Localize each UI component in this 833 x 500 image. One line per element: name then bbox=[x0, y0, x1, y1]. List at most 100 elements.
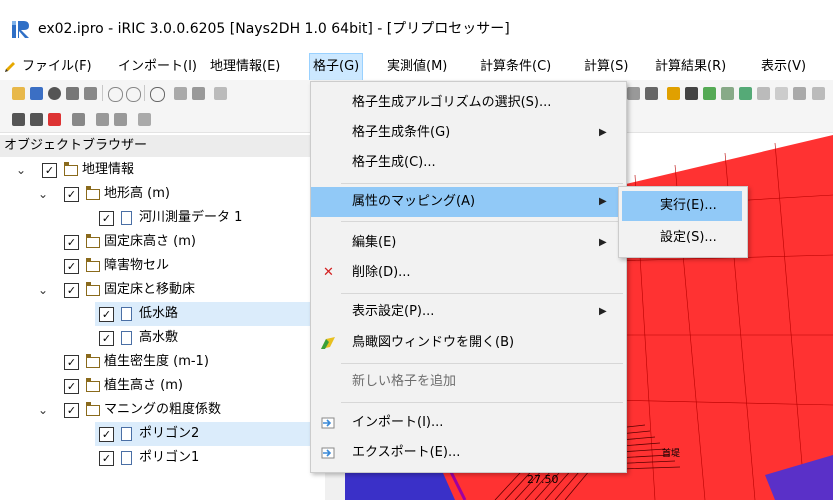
chevron-down-icon[interactable]: ⌄ bbox=[38, 182, 48, 206]
open-folder-icon[interactable] bbox=[12, 87, 25, 100]
checkbox-checked[interactable]: ✓ bbox=[64, 379, 79, 394]
menu-grid[interactable]: 格子(G) bbox=[308, 53, 364, 81]
save-icon[interactable] bbox=[30, 87, 43, 100]
zoom-icon[interactable] bbox=[150, 87, 165, 102]
menu-item-edit[interactable]: 編集(E) ▶ bbox=[311, 228, 626, 258]
chevron-down-icon[interactable]: ⌄ bbox=[16, 158, 26, 182]
menu-item-open-birdseye[interactable]: 鳥瞰図ウィンドウを開く(B) bbox=[311, 328, 626, 358]
submenu-arrow-icon: ▶ bbox=[599, 127, 607, 138]
add-vertex-icon[interactable] bbox=[30, 113, 43, 126]
menu-item-select-algorithm[interactable]: 格子生成アルゴリズムの選択(S)... bbox=[311, 88, 626, 118]
menu-measured-values[interactable]: 実測値(M) bbox=[384, 54, 450, 80]
chart-icon[interactable] bbox=[793, 87, 806, 100]
movie-icon[interactable] bbox=[84, 87, 97, 100]
fit-view-icon[interactable] bbox=[174, 87, 187, 100]
2d-view-icon[interactable] bbox=[703, 87, 716, 100]
checkbox-checked[interactable]: ✓ bbox=[64, 403, 79, 418]
tree-item-label: 低水路 bbox=[139, 306, 179, 321]
checkbox-checked[interactable]: ✓ bbox=[99, 427, 114, 442]
menu-item-display-settings[interactable]: 表示設定(P)... ▶ bbox=[311, 297, 626, 327]
folder-icon bbox=[86, 186, 100, 200]
tree-item-low-channel[interactable]: ✓ 低水路 bbox=[95, 302, 325, 326]
tree-item-polygon2[interactable]: ✓ ポリゴン2 bbox=[95, 422, 325, 446]
tree-item-vegetation-density[interactable]: ✓ 植生密生度 (m-1) bbox=[0, 350, 325, 374]
menu-item-add-new-grid[interactable]: 新しい格子を追加 bbox=[311, 367, 626, 397]
submenu-item-label: 設定(S)... bbox=[660, 230, 717, 245]
menu-calculation[interactable]: 計算(S) bbox=[581, 54, 631, 80]
tree-item-geo-data[interactable]: ⌄ ✓ 地理情報 bbox=[0, 158, 325, 182]
checkbox-checked[interactable]: ✓ bbox=[99, 331, 114, 346]
submenu-item-execute[interactable]: 実行(E)... bbox=[622, 191, 742, 221]
menu-view[interactable]: 表示(V) bbox=[758, 54, 809, 80]
delete-polygon-icon[interactable] bbox=[138, 113, 151, 126]
tree-item-obstacle-cell[interactable]: ✓ 障害物セル bbox=[0, 254, 325, 278]
menu-file[interactable]: ファイル(F) bbox=[19, 54, 95, 80]
tree-item-floodplain[interactable]: ✓ 高水敷 bbox=[0, 326, 325, 350]
menu-item-import[interactable]: インポート(I)... bbox=[311, 408, 626, 438]
menu-calc-conditions[interactable]: 計算条件(C) bbox=[477, 54, 554, 80]
menu-item-label: 編集(E) bbox=[352, 235, 397, 250]
chart-icon[interactable] bbox=[757, 87, 770, 100]
tree-item-manning-roughness[interactable]: ⌄ ✓ マニングの粗度係数 bbox=[0, 398, 325, 422]
folder-icon bbox=[86, 258, 100, 272]
undo-icon[interactable] bbox=[108, 87, 123, 102]
tree-item-elevation[interactable]: ⌄ ✓ 地形高 (m) bbox=[0, 182, 325, 206]
tree-item-label: 地理情報 bbox=[82, 162, 135, 177]
tree-item-label: マニングの粗度係数 bbox=[104, 402, 222, 417]
grid-tool-icon[interactable] bbox=[685, 87, 698, 100]
checkbox-checked[interactable]: ✓ bbox=[99, 451, 114, 466]
tree-item-polygon1[interactable]: ✓ ポリゴン1 bbox=[0, 446, 325, 470]
title-bar: ex02.ipro - iRIC 3.0.0.6205 [Nays2DH 1.0… bbox=[0, 0, 833, 54]
checkbox-checked[interactable]: ✓ bbox=[64, 187, 79, 202]
menu-calc-results[interactable]: 計算結果(R) bbox=[652, 54, 729, 80]
checkbox-checked[interactable]: ✓ bbox=[64, 235, 79, 250]
checkbox-checked[interactable]: ✓ bbox=[64, 259, 79, 274]
menu-separator bbox=[341, 402, 623, 403]
checkbox-checked[interactable]: ✓ bbox=[99, 211, 114, 226]
remove-polygon-vertex-icon[interactable] bbox=[114, 113, 127, 126]
2d-view-icon[interactable] bbox=[721, 87, 734, 100]
redo-icon[interactable] bbox=[126, 87, 141, 102]
pencil-icon[interactable] bbox=[3, 60, 17, 74]
grid-tool-icon[interactable] bbox=[645, 87, 658, 100]
chevron-down-icon[interactable]: ⌄ bbox=[38, 398, 48, 422]
checkbox-checked[interactable]: ✓ bbox=[42, 163, 57, 178]
menu-item-export[interactable]: エクスポート(E)... bbox=[311, 438, 626, 468]
record-icon[interactable] bbox=[48, 87, 61, 100]
grid-tool-icon[interactable] bbox=[627, 87, 640, 100]
tree-item-label: ポリゴン2 bbox=[139, 426, 200, 441]
menu-import[interactable]: インポート(I) bbox=[115, 54, 200, 80]
menu-item-attribute-mapping[interactable]: 属性のマッピング(A) ▶ bbox=[311, 187, 626, 217]
add-polygon-vertex-icon[interactable] bbox=[96, 113, 109, 126]
menu-item-label: インポート(I)... bbox=[352, 415, 444, 430]
chart-icon[interactable] bbox=[812, 87, 825, 100]
chevron-down-icon[interactable]: ⌄ bbox=[38, 278, 48, 302]
edit-tool-icon[interactable] bbox=[667, 87, 680, 100]
tree-item-label: 植生密生度 (m-1) bbox=[104, 354, 209, 369]
rotate-view-icon[interactable] bbox=[192, 87, 205, 100]
remove-icon[interactable] bbox=[48, 113, 61, 126]
menu-geo-data[interactable]: 地理情報(E) bbox=[207, 54, 283, 80]
menu-item-generate-grid[interactable]: 格子生成(C)... bbox=[311, 148, 626, 178]
checkbox-checked[interactable]: ✓ bbox=[64, 355, 79, 370]
submenu-item-settings[interactable]: 設定(S)... bbox=[622, 223, 742, 253]
point-label: 首堤 bbox=[662, 447, 680, 459]
menu-separator bbox=[341, 293, 623, 294]
polygon-icon[interactable] bbox=[72, 113, 85, 126]
tree-item-vegetation-height[interactable]: ✓ 植生高さ (m) bbox=[0, 374, 325, 398]
submenu-arrow-icon: ▶ bbox=[599, 196, 607, 207]
checkbox-checked[interactable]: ✓ bbox=[64, 283, 79, 298]
snapshot-icon[interactable] bbox=[66, 87, 79, 100]
tree-item-fixed-bed-height[interactable]: ✓ 固定床高さ (m) bbox=[0, 230, 325, 254]
menu-item-grid-conditions[interactable]: 格子生成条件(G) ▶ bbox=[311, 118, 626, 148]
3d-view-icon[interactable] bbox=[739, 87, 752, 100]
tree-item-fixed-movable-bed[interactable]: ⌄ ✓ 固定床と移動床 bbox=[0, 278, 325, 302]
chart-icon[interactable] bbox=[775, 87, 788, 100]
menu-item-delete[interactable]: ✕ 削除(D)... bbox=[311, 258, 626, 288]
delete-x-icon: ✕ bbox=[323, 265, 334, 280]
add-point-icon[interactable] bbox=[12, 113, 25, 126]
tree-item-river-survey[interactable]: ✓ 河川測量データ 1 bbox=[0, 206, 325, 230]
axis-x-icon[interactable] bbox=[214, 87, 227, 100]
document-icon bbox=[121, 451, 132, 465]
checkbox-checked[interactable]: ✓ bbox=[99, 307, 114, 322]
